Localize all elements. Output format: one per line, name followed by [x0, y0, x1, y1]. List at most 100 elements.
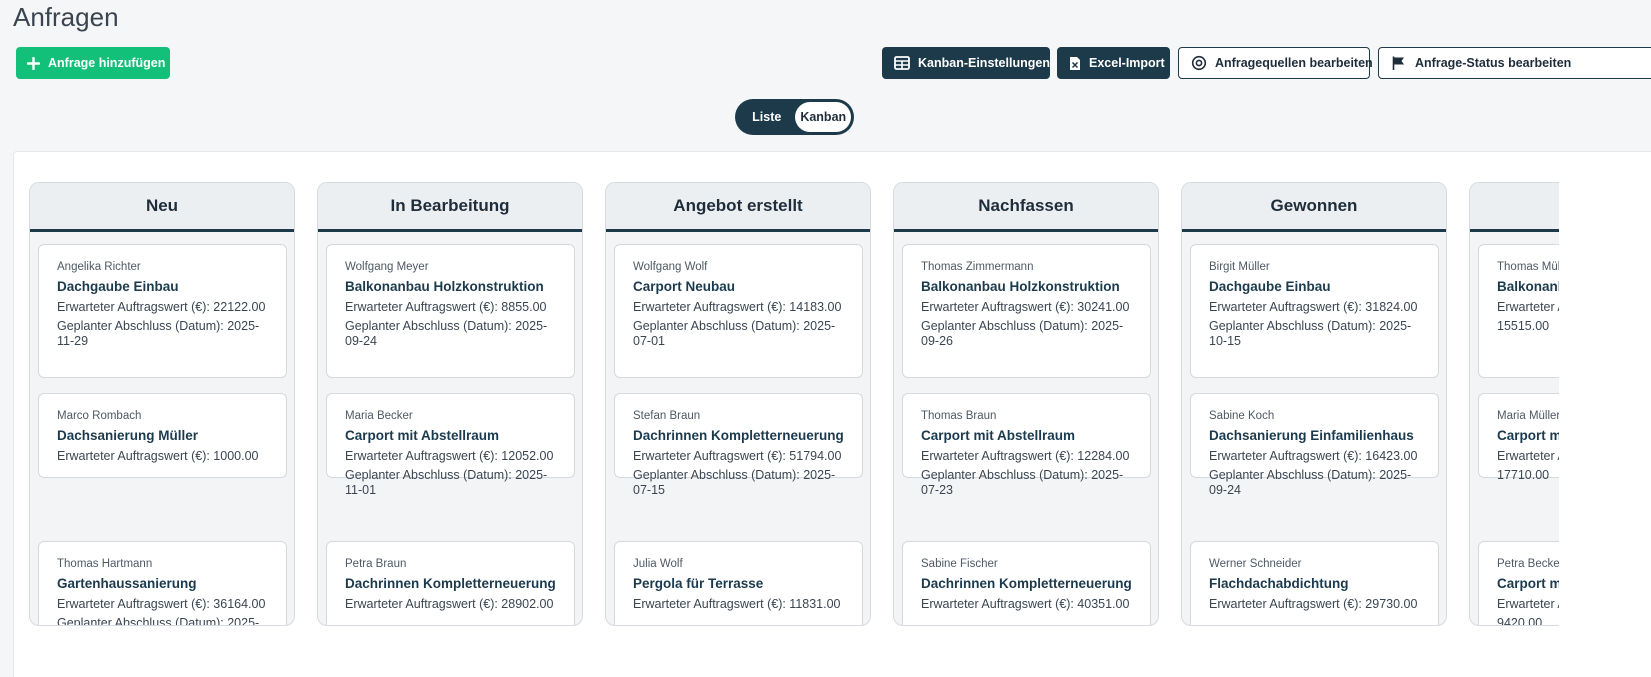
page-title: Anfragen	[13, 2, 119, 32]
excel-file-icon	[1069, 56, 1081, 71]
kanban-settings-button[interactable]: Kanban-Einstellungen	[882, 47, 1050, 79]
inquiry-card[interactable]: Petra Braun Dachrinnen Kompletterneuerung…	[326, 541, 575, 625]
card-expected-value: Erwarteter Auftragswert (€): 28902.00	[345, 597, 554, 611]
card-customer-name: Thomas Braun	[921, 410, 997, 422]
card-expected-value: Erwarteter A	[1497, 449, 1559, 463]
card-customer-name: Thomas Zimmermann	[921, 261, 1034, 273]
inquiry-card[interactable]: Thomas Braun Carport mit Abstellraum Erwar…	[902, 393, 1151, 497]
inquiry-card[interactable]: Thomas Zimmermann Balkonanbau Holzkonstru…	[902, 244, 1151, 378]
edit-sources-button[interactable]: Anfragequellen bearbeiten	[1178, 47, 1373, 79]
inquiry-card[interactable]: Petra Becke Carport m Erwarteter A 9420.00	[1478, 541, 1559, 626]
kanban-settings-label: Kanban-Einstellungen	[918, 56, 1050, 70]
kanban-column: Neu Angelika Richter Dachgaube Einbau Erwar…	[29, 182, 295, 626]
column-title: Nachfassen	[894, 183, 1158, 232]
card-expected-value: Erwarteter Auftragswert (€): 29730.00	[1209, 597, 1418, 611]
card-customer-name: Angelika Richter	[57, 261, 141, 273]
card-title: Carport mit Abstellraum	[921, 428, 1076, 443]
card-customer-name: Thomas Mül	[1497, 261, 1559, 273]
card-customer-name: Marco Rombach	[57, 410, 142, 422]
card-planned-close: Geplanter Abschluss (Datum): 2025-09-24	[1209, 468, 1412, 497]
card-expected-value: Erwarteter A	[1497, 300, 1559, 314]
add-inquiry-button[interactable]: Anfrage hinzufügen	[16, 47, 170, 79]
card-planned-close: Geplanter Abschluss (Datum): 2025-09-26	[921, 319, 1124, 348]
inquiry-card[interactable]: Sabine Fischer Dachrinnen Kompletterneuer…	[902, 541, 1151, 625]
card-expected-value: Erwarteter A	[1497, 597, 1559, 611]
inquiry-card[interactable]: Thomas Hartmann Gartenhaussanierung Erwart…	[38, 541, 287, 626]
view-toggle-list[interactable]: Liste	[738, 102, 795, 132]
column-title: Angebot erstellt	[606, 183, 870, 232]
kanban-columns: Neu Angelika Richter Dachgaube Einbau Erwar…	[14, 152, 1559, 677]
card-expected-value: Erwarteter Auftragswert (€): 12284.00	[921, 449, 1130, 463]
inquiry-card[interactable]: Sabine Koch Dachsanierung Einfamilienhaus…	[1190, 393, 1439, 497]
inquiry-card[interactable]: Maria Müller Carport m Erwarteter A 17710.0…	[1478, 393, 1559, 482]
card-expected-value: Erwarteter Auftragswert (€): 12052.00	[345, 449, 554, 463]
card-planned-close: Geplanter Abschluss (Datum): 2025-06-14	[57, 616, 260, 626]
card-planned-close: Geplanter Abschluss (Datum): 2025-11-01	[345, 468, 548, 497]
card-customer-name: Maria Becker	[345, 410, 413, 422]
kanban-column: Nachfassen Thomas Zimmermann Balkonanbau H…	[893, 182, 1159, 626]
inquiry-card[interactable]: Maria Becker Carport mit Abstellraum Erwar…	[326, 393, 575, 497]
card-expected-value: Erwarteter Auftragswert (€): 22122.00	[57, 300, 266, 314]
card-title: Carport mit Abstellraum	[345, 428, 500, 443]
excel-import-button[interactable]: Excel-Import	[1057, 47, 1170, 79]
card-customer-name: Sabine Koch	[1209, 410, 1275, 422]
card-customer-name: Maria Müller	[1497, 410, 1559, 422]
card-title: Dachrinnen Kompletterneuerung	[633, 428, 844, 443]
card-title: Balkonanbau Holzkonstruktion	[345, 279, 544, 294]
card-customer-name: Petra Braun	[345, 558, 407, 570]
card-customer-name: Birgit Müller	[1209, 261, 1270, 273]
inquiry-card[interactable]: Julia Wolf Pergola für Terrasse Erwarteter…	[614, 541, 863, 625]
kanban-column: Thomas Mül Balkonanb Erwarteter A 15515.00 M…	[1469, 182, 1559, 626]
card-planned-close: 9420.00	[1497, 616, 1543, 626]
card-planned-close: Geplanter Abschluss (Datum): 2025-10-15	[1209, 319, 1412, 348]
inquiry-card[interactable]: Thomas Mül Balkonanb Erwarteter A 15515.00	[1478, 244, 1559, 378]
column-title: In Bearbeitung	[318, 183, 582, 232]
card-planned-close: Geplanter Abschluss (Datum): 2025-11-29	[57, 319, 260, 348]
kanban-column: In Bearbeitung Wolfgang Meyer Balkonanbau …	[317, 182, 583, 626]
column-title: Neu	[30, 183, 294, 232]
card-title: Dachsanierung Einfamilienhaus	[1209, 428, 1414, 443]
inquiry-card[interactable]: Werner Schneider Flachdachabdichtung Erwar…	[1190, 541, 1439, 625]
card-planned-close: Geplanter Abschluss (Datum): 2025-07-15	[633, 468, 836, 497]
card-expected-value: Erwarteter Auftragswert (€): 31824.00	[1209, 300, 1418, 314]
card-expected-value: Erwarteter Auftragswert (€): 30241.00	[921, 300, 1130, 314]
inquiry-card[interactable]: Wolfgang Meyer Balkonanbau Holzkonstrukti…	[326, 244, 575, 378]
card-title: Pergola für Terrasse	[633, 576, 764, 591]
card-planned-close: 15515.00	[1497, 319, 1550, 333]
inquiry-card[interactable]: Stefan Braun Dachrinnen Kompletterneuerun…	[614, 393, 863, 497]
card-customer-name: Sabine Fischer	[921, 558, 998, 570]
inquiry-card[interactable]: Angelika Richter Dachgaube Einbau Erwartet…	[38, 244, 287, 378]
column-title: Gewonnen	[1182, 183, 1446, 232]
card-planned-close: Geplanter Abschluss (Datum): 2025-07-01	[633, 319, 836, 348]
card-expected-value: Erwarteter Auftragswert (€): 40351.00	[921, 597, 1130, 611]
card-title: Carport m	[1497, 428, 1559, 443]
card-title: Flachdachabdichtung	[1209, 576, 1349, 591]
card-planned-close: Geplanter Abschluss (Datum): 2025-07-23	[921, 468, 1124, 497]
card-title: Carport Neubau	[633, 279, 736, 294]
card-expected-value: Erwarteter Auftragswert (€): 51794.00	[633, 449, 842, 463]
add-inquiry-label: Anfrage hinzufügen	[48, 56, 166, 70]
card-title: Balkonanb	[1497, 279, 1559, 294]
edit-status-button[interactable]: Anfrage-Status bearbeiten	[1378, 47, 1651, 79]
excel-import-label: Excel-Import	[1089, 56, 1165, 70]
card-customer-name: Petra Becke	[1497, 558, 1559, 570]
table-icon	[894, 56, 910, 70]
inquiry-card[interactable]: Wolfgang Wolf Carport Neubau Erwarteter Au…	[614, 244, 863, 378]
column-title	[1470, 183, 1559, 232]
edit-status-label: Anfrage-Status bearbeiten	[1415, 56, 1572, 70]
card-expected-value: Erwarteter Auftragswert (€): 14183.00	[633, 300, 842, 314]
card-customer-name: Wolfgang Meyer	[345, 261, 429, 273]
inquiry-card[interactable]: Birgit Müller Dachgaube Einbau Erwarteter …	[1190, 244, 1439, 378]
card-title: Dachgaube Einbau	[57, 279, 179, 294]
card-title: Dachrinnen Kompletterneuerung	[921, 576, 1132, 591]
card-customer-name: Julia Wolf	[633, 558, 683, 570]
card-title: Dachsanierung Müller	[57, 428, 199, 443]
edit-sources-label: Anfragequellen bearbeiten	[1215, 56, 1373, 70]
card-title: Gartenhaussanierung	[57, 576, 197, 591]
card-expected-value: Erwarteter Auftragswert (€): 36164.00	[57, 597, 266, 611]
view-toggle-kanban[interactable]: Kanban	[795, 102, 851, 132]
card-customer-name: Thomas Hartmann	[57, 558, 153, 570]
plus-icon	[27, 56, 40, 70]
target-icon	[1191, 55, 1207, 71]
inquiry-card[interactable]: Marco Rombach Dachsanierung Müller Erwarte…	[38, 393, 287, 478]
